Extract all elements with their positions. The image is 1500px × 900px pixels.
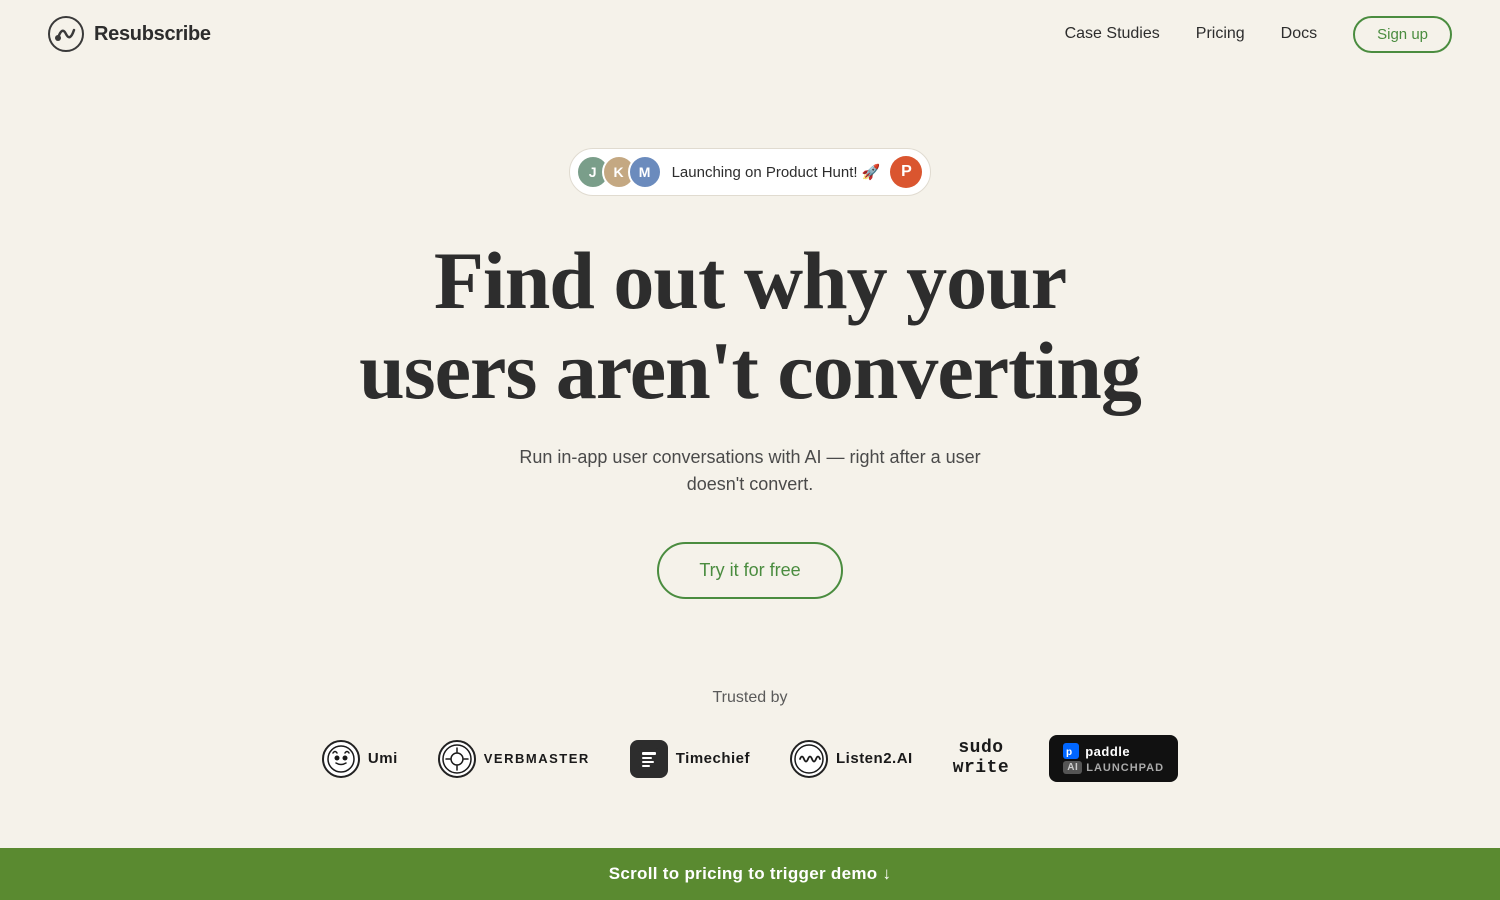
logo-icon	[48, 16, 84, 52]
timechief-icon	[630, 740, 668, 778]
bottom-bar: Scroll to pricing to trigger demo ↓	[0, 848, 1500, 900]
svg-text:p: p	[1066, 747, 1073, 758]
paddle-brand: paddle	[1085, 744, 1130, 759]
logo-timechief: Timechief	[630, 740, 750, 778]
nav-pricing[interactable]: Pricing	[1196, 25, 1245, 43]
hero-heading-line1: Find out why your	[434, 235, 1066, 326]
signup-button[interactable]: Sign up	[1353, 16, 1452, 53]
logo-listen2ai: Listen2.AI	[790, 740, 913, 778]
umi-icon	[322, 740, 360, 778]
avatar-group: J K M	[576, 155, 662, 189]
timechief-text: Timechief	[676, 750, 750, 767]
product-hunt-badge[interactable]: J K M Launching on Product Hunt! 🚀 P	[569, 148, 932, 196]
navbar: Resubscribe Case Studies Pricing Docs Si…	[0, 0, 1500, 68]
cta-button[interactable]: Try it for free	[657, 542, 842, 599]
verbmaster-icon	[438, 740, 476, 778]
product-hunt-icon: P	[890, 156, 922, 188]
listen2ai-text: Listen2.AI	[836, 750, 913, 767]
avatar-3: M	[628, 155, 662, 189]
paddle-icon: p	[1063, 743, 1079, 759]
nav-case-studies[interactable]: Case Studies	[1065, 25, 1160, 43]
nav-docs[interactable]: Docs	[1281, 25, 1317, 43]
logo[interactable]: Resubscribe	[48, 16, 211, 52]
paddle-launchpad: LAUNCHPAD	[1086, 762, 1164, 774]
hero-heading: Find out why your users aren't convertin…	[359, 236, 1141, 416]
logo-verbmaster: VERBMASTER	[438, 740, 590, 778]
sudowrite-text: sudo write	[953, 739, 1010, 779]
trusted-section: Trusted by Umi	[0, 689, 1500, 782]
logo-paddle: p paddle AI LAUNCHPAD	[1049, 735, 1178, 782]
hero-heading-line2: users aren't converting	[359, 325, 1141, 416]
logo-text: Resubscribe	[94, 23, 211, 46]
hero-section: J K M Launching on Product Hunt! 🚀 P Fin…	[0, 68, 1500, 782]
verbmaster-text: VERBMASTER	[484, 751, 590, 766]
trusted-label: Trusted by	[713, 689, 788, 707]
listen2ai-icon	[790, 740, 828, 778]
bottom-bar-text: Scroll to pricing to trigger demo ↓	[609, 864, 892, 883]
badge-label: Launching on Product Hunt! 🚀	[672, 163, 881, 181]
trusted-logos: Umi VERBMASTER	[282, 735, 1218, 782]
nav-links: Case Studies Pricing Docs Sign up	[1065, 16, 1452, 53]
hero-subheading: Run in-app user conversations with AI — …	[490, 444, 1010, 498]
logo-sudowrite: sudo write	[953, 739, 1010, 779]
umi-text: Umi	[368, 750, 398, 767]
logo-umi: Umi	[322, 740, 398, 778]
